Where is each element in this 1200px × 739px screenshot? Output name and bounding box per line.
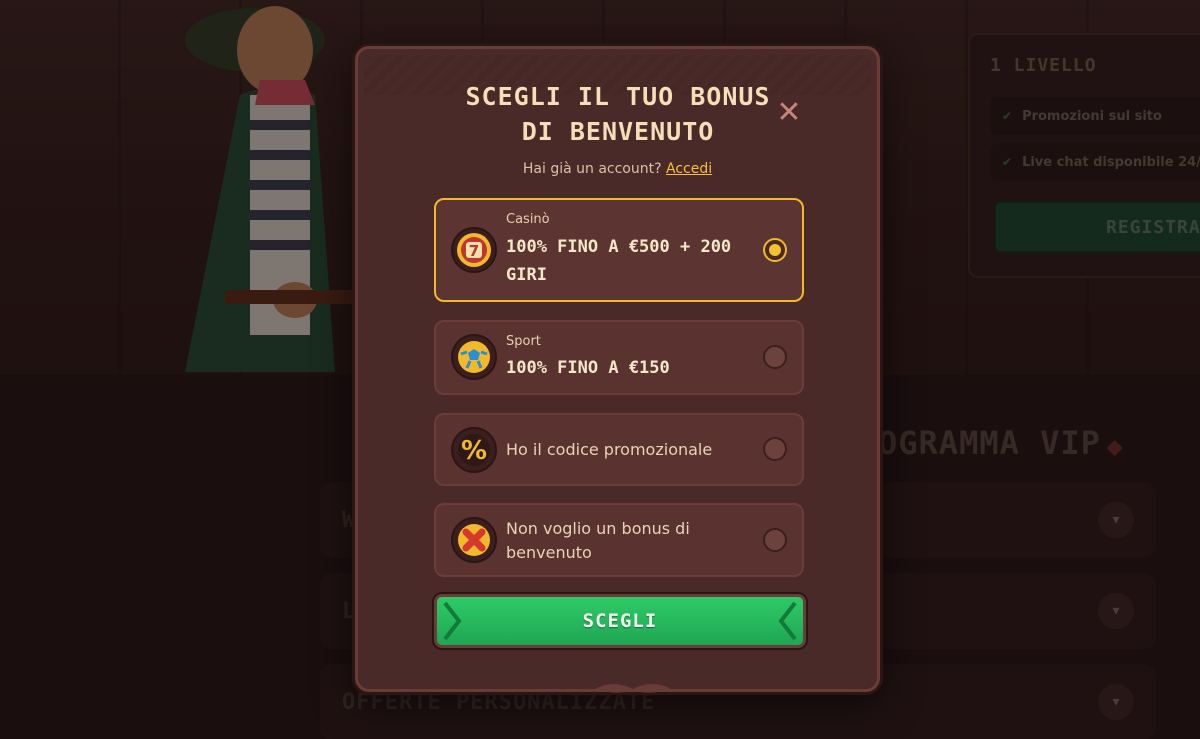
svg-text:7: 7	[469, 242, 479, 260]
modal-title-line2: DI BENVENUTO	[521, 117, 715, 146]
option-label: Non voglio un bonus di benvenuto	[506, 517, 746, 565]
choose-button[interactable]: SCEGLI	[434, 594, 806, 648]
welcome-bonus-modal: SCEGLI IL TUO BONUS DI BENVENUTO ✕ Hai g…	[355, 46, 880, 693]
bonus-option-no-bonus[interactable]: Non voglio un bonus di benvenuto	[434, 503, 804, 577]
option-radio[interactable]	[763, 437, 787, 461]
svg-text:%: %	[461, 436, 487, 466]
account-prompt: Hai già un account? Accedi	[358, 161, 877, 177]
option-category: Sport	[506, 334, 541, 349]
red-cross-icon	[451, 517, 497, 563]
login-link[interactable]: Accedi	[666, 161, 712, 177]
option-radio[interactable]	[763, 528, 787, 552]
option-label: 100% FINO A €500 + 200 GIRI	[506, 233, 746, 289]
option-radio[interactable]	[763, 345, 787, 369]
option-label: Ho il codice promozionale	[506, 440, 713, 459]
option-label-line2: benvenuto	[506, 543, 592, 562]
choose-button-label: SCEGLI	[582, 610, 658, 632]
option-label: 100% FINO A €150	[506, 358, 670, 378]
soccer-ball-icon	[451, 334, 497, 380]
option-label-line1: Non voglio un bonus di	[506, 519, 690, 538]
option-category: Casinò	[506, 212, 550, 227]
percent-icon: %	[451, 427, 497, 473]
option-radio[interactable]	[763, 238, 787, 262]
bonus-option-promo-code[interactable]: % Ho il codice promozionale	[434, 413, 804, 486]
account-prompt-text: Hai già un account?	[522, 161, 662, 177]
modal-title: SCEGLI IL TUO BONUS DI BENVENUTO	[418, 79, 818, 149]
radio-selected-dot	[769, 244, 781, 256]
option-label-line2: GIRI	[506, 265, 547, 285]
chevron-left-decoration-icon	[443, 601, 462, 641]
bonus-option-sport[interactable]: Sport 100% FINO A €150	[434, 320, 804, 395]
bonus-option-casino[interactable]: 7 Casinò 100% FINO A €500 + 200 GIRI	[434, 198, 804, 302]
slot-seven-icon: 7	[451, 227, 497, 273]
modal-title-line1: SCEGLI IL TUO BONUS	[465, 82, 771, 111]
close-icon[interactable]: ✕	[774, 95, 804, 130]
chevron-right-decoration-icon	[778, 601, 797, 641]
bottom-ornament-icon	[595, 684, 671, 693]
option-label-line1: 100% FINO A €500 + 200	[506, 237, 732, 257]
